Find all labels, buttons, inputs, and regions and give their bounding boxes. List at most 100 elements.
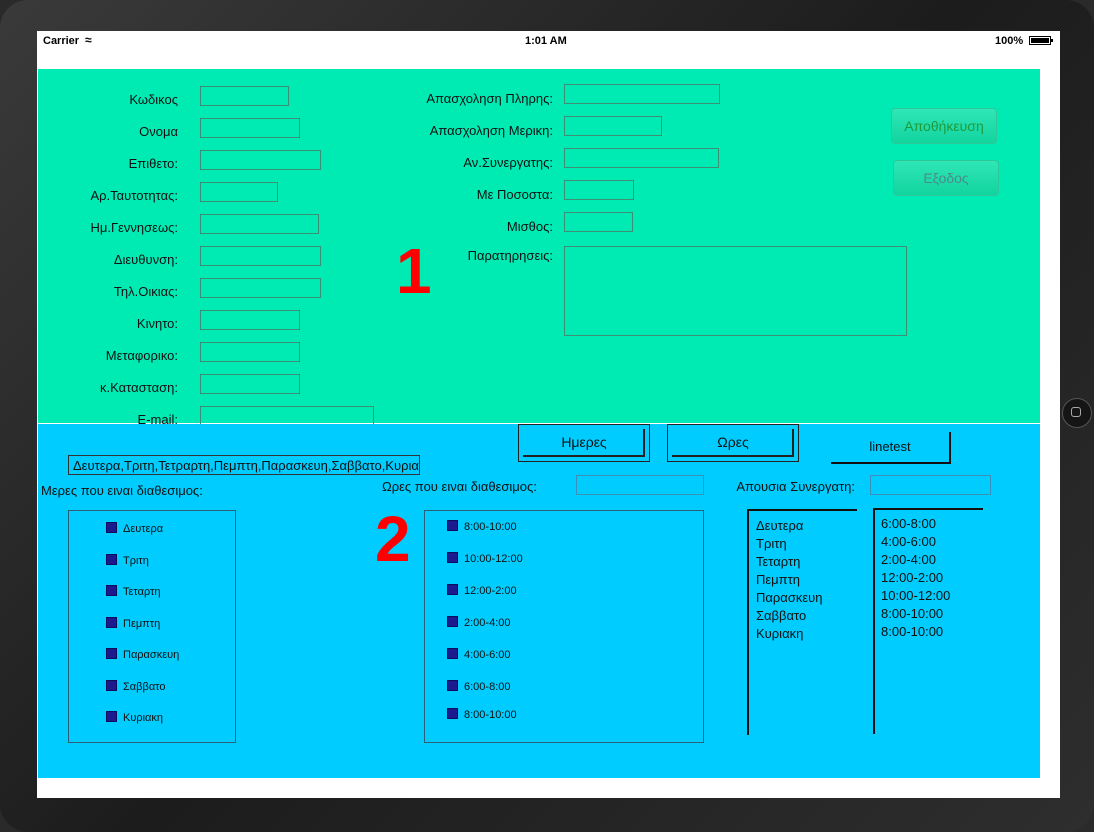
availability-panel: Ημερες Ωρες linetest Δευτερα,Τριτη,Τετρα…	[38, 424, 1040, 778]
clock: 1:01 AM	[525, 35, 567, 47]
checkbox-icon[interactable]	[447, 648, 458, 659]
battery-percent: 100%	[995, 35, 1024, 47]
checkbox-icon[interactable]	[447, 584, 458, 595]
absence-label-clip: Απουσια Συνεργατη:	[720, 479, 855, 497]
home-icon	[1071, 407, 1081, 417]
home-phone-label: Τηλ.Οικιας:	[113, 284, 178, 299]
mobile-label: Κινητο:	[136, 316, 178, 331]
hour-checkbox-item[interactable]: 8:00-10:00	[447, 708, 517, 721]
absence-field[interactable]	[870, 475, 991, 495]
list-item: Πεμπτη	[756, 572, 801, 587]
transport-label: Μεταφορικο:	[105, 348, 178, 363]
email-field[interactable]	[200, 406, 374, 426]
status-bar: Carrier ≈ 1:01 AM 100%	[37, 31, 1060, 51]
birthdate-field[interactable]	[200, 214, 319, 234]
section-number-1: 1	[396, 235, 432, 307]
list-item: 2:00-4:00	[881, 552, 936, 567]
checkbox-icon[interactable]	[447, 552, 458, 563]
screen: Carrier ≈ 1:01 AM 100% Κωδικος Ονομα Επι…	[37, 31, 1060, 798]
hour-checkbox-item[interactable]: 2:00-4:00	[447, 616, 510, 629]
day-checkbox-item[interactable]: Παρασκευη	[106, 648, 179, 661]
schedule-days-list[interactable]: Δευτερα Τριτη Τεταρτη Πεμπτη Παρασκευη Σ…	[747, 509, 857, 735]
day-checkbox-item[interactable]: Δευτερα	[106, 522, 163, 535]
hour-checkbox-item[interactable]: 8:00-10:00	[447, 520, 517, 533]
birthdate-label: Ημ.Γεννησεως:	[90, 220, 178, 235]
part-time-field[interactable]	[564, 116, 662, 136]
day-checkbox-item[interactable]: Σαββατο	[106, 680, 165, 693]
partner-label: Αν.Συνεργατης:	[463, 155, 553, 170]
checkbox-icon[interactable]	[106, 554, 117, 565]
checkbox-icon[interactable]	[447, 680, 458, 691]
list-item: 10:00-12:00	[881, 588, 951, 603]
id-number-label: Αρ.Ταυτοτητας:	[90, 188, 178, 203]
absence-label: Απουσια Συνεργατη:	[736, 479, 855, 494]
save-button[interactable]: Αποθήκευση	[891, 108, 997, 144]
salary-label: Μισθος:	[506, 219, 553, 234]
address-field[interactable]	[200, 246, 321, 266]
checkbox-icon[interactable]	[106, 585, 117, 596]
address-label: Διευθυνση:	[113, 252, 178, 267]
name-label: Ονομα	[139, 124, 178, 139]
hours-available-field[interactable]	[576, 475, 704, 495]
surname-field[interactable]	[200, 150, 321, 170]
list-item: 8:00-10:00	[881, 606, 944, 621]
hours-button[interactable]: Ωρες	[667, 424, 799, 462]
checkbox-icon[interactable]	[106, 648, 117, 659]
hour-checkbox-item[interactable]: 4:00-6:00	[447, 648, 510, 661]
checkbox-icon[interactable]	[106, 617, 117, 628]
list-item: Σαββατο	[756, 608, 807, 623]
day-checkbox-item[interactable]: Τριτη	[106, 554, 149, 567]
list-item: 6:00-8:00	[881, 516, 936, 531]
list-item: Τριτη	[756, 536, 787, 551]
exit-button[interactable]: Εξοδος	[893, 160, 999, 196]
wifi-icon: ≈	[85, 33, 92, 47]
section-number-2: 2	[375, 503, 411, 575]
marital-status-label: κ.Κατασταση:	[100, 380, 178, 395]
code-field[interactable]	[200, 86, 289, 106]
schedule-hours-list[interactable]: 6:00-8:00 4:00-6:00 2:00-4:00 12:00-2:00…	[873, 508, 983, 734]
checkbox-icon[interactable]	[447, 708, 458, 719]
carrier-label: Carrier	[43, 35, 80, 47]
list-item: Κυριακη	[756, 626, 804, 641]
part-time-label: Απασχοληση Μερικη:	[429, 123, 553, 138]
commission-field[interactable]	[564, 180, 634, 200]
battery-icon	[1029, 36, 1053, 45]
list-item: Τεταρτη	[756, 554, 801, 569]
days-summary-field[interactable]: Δευτερα,Τριτη,Τετραρτη,Πεμπτη,Παρασκευη,…	[68, 455, 420, 475]
checkbox-icon[interactable]	[447, 616, 458, 627]
linetest-button[interactable]: linetest	[831, 432, 951, 464]
checkbox-icon[interactable]	[106, 711, 117, 722]
checkbox-icon[interactable]	[447, 520, 458, 531]
days-available-label: Μερες που ειναι διαθεσιμος:	[41, 483, 203, 498]
hour-checkbox-item[interactable]: 12:00-2:00	[447, 584, 517, 597]
list-item: 12:00-2:00	[881, 570, 944, 585]
remarks-textarea[interactable]	[564, 246, 907, 336]
day-checkbox-item[interactable]: Κυριακη	[106, 711, 163, 724]
home-phone-field[interactable]	[200, 278, 321, 298]
hour-checkbox-item[interactable]: 6:00-8:00	[447, 680, 510, 693]
day-checkbox-item[interactable]: Τεταρτη	[106, 585, 161, 598]
remarks-label: Παρατηρησεις:	[467, 248, 553, 263]
full-time-field[interactable]	[564, 84, 720, 104]
surname-label: Επιθετο:	[128, 156, 178, 171]
mobile-field[interactable]	[200, 310, 300, 330]
commission-label: Με Ποσοστα:	[476, 187, 553, 202]
full-time-label: Απασχοληση Πληρης:	[426, 91, 553, 106]
code-label: Κωδικος	[129, 92, 178, 107]
salary-field[interactable]	[564, 212, 633, 232]
name-field[interactable]	[200, 118, 300, 138]
list-item: Παρασκευη	[756, 590, 823, 605]
marital-status-field[interactable]	[200, 374, 300, 394]
home-button[interactable]	[1062, 398, 1092, 428]
list-item: Δευτερα	[756, 518, 804, 533]
hour-checkbox-item[interactable]: 10:00-12:00	[447, 552, 523, 565]
list-item: 8:00-10:00	[881, 624, 944, 639]
day-checkbox-item[interactable]: Πεμπτη	[106, 617, 160, 630]
days-button[interactable]: Ημερες	[518, 424, 650, 462]
transport-field[interactable]	[200, 342, 300, 362]
checkbox-icon[interactable]	[106, 522, 117, 533]
id-number-field[interactable]	[200, 182, 278, 202]
partner-field[interactable]	[564, 148, 719, 168]
list-item: 4:00-6:00	[881, 534, 936, 549]
checkbox-icon[interactable]	[106, 680, 117, 691]
